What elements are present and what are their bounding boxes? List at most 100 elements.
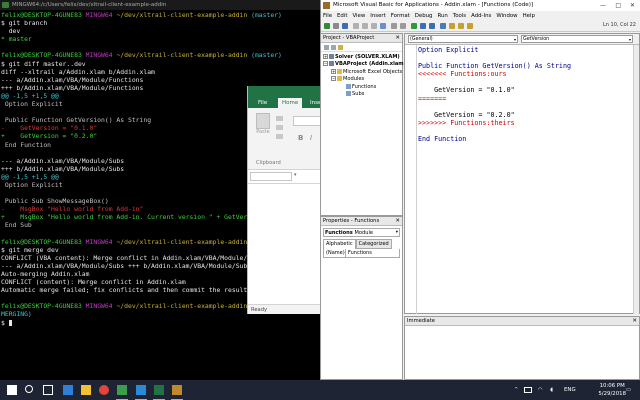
code-window[interactable]: (General) ▾ GetVersion ▾ Option Explicit… [404, 33, 640, 314]
code-line[interactable]: <<<<<<< Functions:ours [418, 70, 639, 78]
view-excel-icon[interactable] [324, 23, 330, 29]
property-row[interactable]: (Name) Functions [323, 249, 400, 258]
paste-icon[interactable] [371, 23, 377, 29]
menu-addins[interactable]: Add-Ins [471, 11, 491, 21]
menu-insert[interactable]: Insert [370, 11, 385, 21]
code-vertical-scrollbar[interactable] [633, 45, 639, 314]
name-box[interactable] [250, 172, 292, 181]
menu-tools[interactable]: Tools [453, 11, 466, 21]
font-name-box[interactable] [293, 116, 322, 126]
vbe-titlebar[interactable]: Microsoft Visual Basic for Applications … [321, 0, 640, 11]
copy-icon[interactable] [276, 125, 283, 130]
find-icon[interactable] [380, 23, 386, 29]
tree-node-solver-solver-xlam[interactable]: + Solver (SOLVER.XLAM) [323, 54, 402, 61]
bold-button[interactable]: B [298, 134, 303, 142]
paste-button[interactable]: Paste [253, 113, 273, 137]
property-value[interactable]: Functions [346, 249, 372, 257]
taskbar-search-button[interactable] [22, 382, 38, 398]
cut-icon[interactable] [353, 23, 359, 29]
tab-file[interactable]: File [254, 98, 271, 108]
taskbar-git-bash-button[interactable] [114, 382, 130, 400]
undo-icon[interactable] [391, 23, 397, 29]
name-box-dropdown-icon[interactable]: ▾ [294, 172, 297, 178]
code-line[interactable]: End Function [418, 135, 639, 143]
object-combobox[interactable]: (General) ▾ [408, 35, 518, 43]
tab-categorized[interactable]: Categorized [355, 239, 392, 249]
italic-button[interactable]: I [310, 134, 312, 142]
break-icon[interactable] [420, 23, 426, 29]
tree-node-functions[interactable]: Functions [323, 83, 402, 91]
terminal-titlebar[interactable]: MINGW64:/c/Users/felix/dev/xltrail-clien… [0, 0, 320, 10]
menu-format[interactable]: Format [391, 11, 410, 21]
system-clock[interactable]: 10:06 PM 5/29/2018 [598, 382, 626, 398]
project-panel-close-icon[interactable]: ✕ [395, 34, 400, 43]
taskbar-file-explorer-button[interactable] [78, 382, 94, 398]
excel-window[interactable]: File Home Inse Paste B I Clipboard ▾ Rea… [247, 86, 322, 314]
code-line[interactable] [418, 127, 639, 135]
view-code-icon[interactable] [324, 45, 329, 50]
menu-help[interactable]: Help [523, 11, 535, 21]
save-icon[interactable] [342, 23, 348, 29]
worksheet-grid[interactable] [248, 184, 322, 306]
reset-icon[interactable] [429, 23, 435, 29]
volume-icon[interactable]: ◖ [550, 380, 553, 400]
taskbar-windows-start-button[interactable] [4, 382, 20, 398]
code-line[interactable]: GetVersion = "0.2.0" [418, 111, 639, 119]
project-explorer-icon[interactable] [449, 23, 455, 29]
properties-object-selector[interactable]: Functions Module ▾ [323, 228, 400, 237]
code-line[interactable]: Public Function GetVersion() As String [418, 62, 639, 70]
tree-node-vbaproject-addin-xlam[interactable]: − VBAProject (Addin.xlam) [323, 61, 406, 68]
code-line[interactable] [418, 103, 639, 111]
code-line[interactable]: GetVersion = "0.1.0" [418, 86, 639, 94]
menu-view[interactable]: View [352, 11, 365, 21]
collapse-icon[interactable]: − [323, 61, 328, 67]
tab-home[interactable]: Home [278, 98, 303, 108]
code-editor[interactable]: Option Explicit Public Function GetVersio… [405, 45, 639, 143]
expand-icon[interactable]: + [323, 54, 328, 59]
tray-chevron-icon[interactable]: ⌃ [514, 380, 519, 400]
code-line[interactable]: Option Explicit [418, 46, 639, 54]
redo-icon[interactable] [400, 23, 406, 29]
code-line[interactable]: ======= [418, 95, 639, 103]
minimize-button[interactable]: — [600, 0, 606, 11]
properties-panel[interactable]: Properties - Functions ✕ Functions Modul… [320, 216, 403, 380]
project-explorer-panel[interactable]: Project - VBAProject ✕ + Solver (SOLVER.X… [320, 33, 406, 216]
properties-window-icon[interactable] [458, 23, 464, 29]
collapse-icon[interactable]: − [331, 76, 336, 82]
cut-icon[interactable] [276, 116, 283, 121]
insert-module-icon[interactable] [333, 23, 339, 29]
taskbar-edge-button[interactable] [60, 382, 76, 398]
taskbar-vba-editor-button[interactable] [169, 382, 185, 400]
expand-icon[interactable]: + [331, 68, 336, 74]
maximize-button[interactable]: □ [615, 0, 621, 11]
tab-alphabetic[interactable]: Alphabetic [323, 239, 356, 249]
tree-node-microsoft-excel-objects[interactable]: + Microsoft Excel Objects [323, 68, 402, 76]
view-object-icon[interactable] [331, 45, 336, 50]
menu-edit[interactable]: Edit [337, 11, 347, 21]
tree-node-subs[interactable]: Subs [323, 91, 402, 98]
menu-debug[interactable]: Debug [415, 11, 433, 21]
immediate-close-icon[interactable]: ✕ [632, 317, 637, 326]
toggle-folders-icon[interactable] [338, 45, 343, 50]
properties-panel-close-icon[interactable]: ✕ [395, 217, 400, 226]
code-line[interactable] [418, 54, 639, 62]
taskbar-task-view-button[interactable] [40, 382, 56, 398]
object-browser-icon[interactable] [467, 23, 473, 29]
wifi-icon[interactable]: ◠ [538, 380, 543, 400]
menu-window[interactable]: Window [496, 11, 517, 21]
code-line[interactable] [418, 78, 639, 86]
copy-icon[interactable] [362, 23, 368, 29]
taskbar-chrome-button[interactable] [96, 382, 112, 398]
menu-run[interactable]: Run [437, 11, 447, 21]
menu-file[interactable]: File [323, 11, 332, 21]
immediate-window[interactable]: Immediate ✕ [404, 316, 640, 380]
taskbar-excel-button[interactable] [151, 382, 167, 400]
format-painter-icon[interactable] [276, 134, 283, 139]
input-language[interactable]: ENG [564, 380, 576, 400]
code-line[interactable]: >>>>>>> Functions:theirs [418, 119, 639, 127]
run-icon[interactable] [411, 23, 417, 29]
close-button[interactable]: ✕ [630, 0, 635, 11]
tree-node-modules[interactable]: − Modules [323, 76, 402, 83]
taskbar-vscode-button[interactable] [133, 382, 149, 400]
action-center-icon[interactable]: ▭ [626, 380, 631, 400]
